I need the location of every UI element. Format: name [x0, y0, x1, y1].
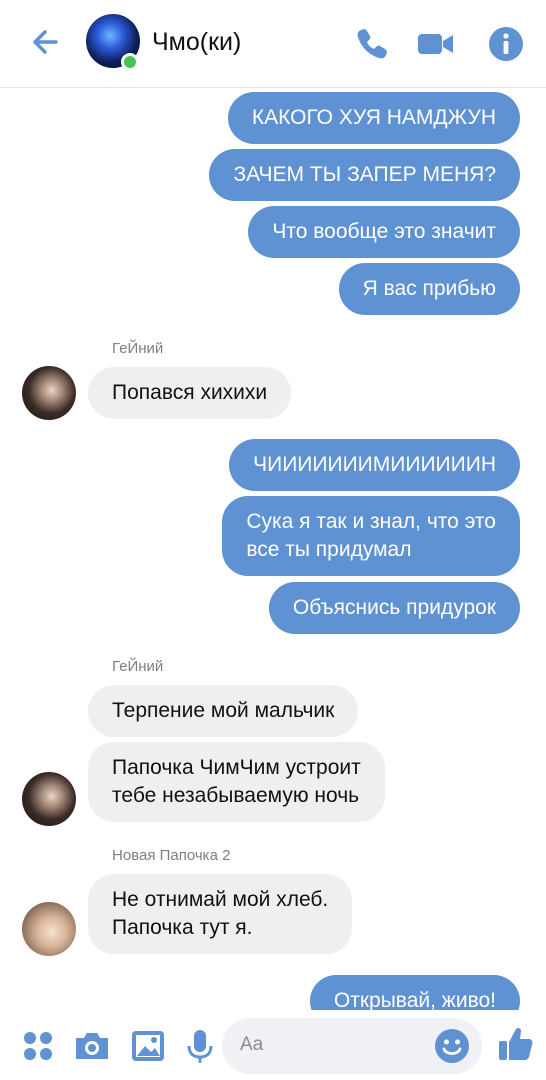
conversation-header: Чмо(ки): [0, 0, 546, 88]
message-composer: Aa: [0, 1010, 546, 1080]
sender-avatar[interactable]: [22, 772, 76, 826]
emoji-icon[interactable]: [434, 1028, 470, 1064]
sender-avatar[interactable]: [22, 902, 76, 956]
message-line: Папочка тут я.: [112, 916, 253, 939]
back-arrow-icon[interactable]: [26, 22, 66, 62]
message-line: Не отнимай мой хлеб.: [112, 888, 329, 911]
message-line: все ты придумал: [246, 538, 412, 561]
message-input-placeholder: Aa: [240, 1034, 264, 1055]
incoming-message[interactable]: Папочка ЧимЧим устроит тебе незабываемую…: [88, 742, 385, 822]
outgoing-message[interactable]: ЗАЧЕМ ТЫ ЗАПЕР МЕНЯ?: [209, 149, 520, 201]
message-line: Папочка ЧимЧим устроит: [112, 756, 361, 779]
incoming-message[interactable]: Терпение мой мальчик: [88, 685, 359, 737]
video-call-icon[interactable]: [415, 24, 455, 64]
outgoing-message[interactable]: Я вас прибью: [338, 263, 520, 315]
message-line: тебе незабываемую ночь: [112, 784, 360, 807]
like-icon[interactable]: [496, 1024, 536, 1064]
sender-name: ГеЙний: [112, 340, 164, 357]
sender-name: Новая Папочка 2: [112, 847, 231, 864]
microphone-icon[interactable]: [180, 1026, 220, 1066]
incoming-message[interactable]: Не отнимай мой хлеб. Папочка тут я.: [88, 874, 353, 954]
message-input[interactable]: Aa: [222, 1018, 482, 1074]
outgoing-message[interactable]: Сука я так и знал, что это все ты придум…: [222, 496, 520, 576]
sender-name: ГеЙний: [112, 658, 164, 675]
apps-icon[interactable]: [18, 1026, 58, 1066]
camera-icon[interactable]: [72, 1026, 112, 1066]
info-icon[interactable]: [486, 24, 526, 64]
chat-title[interactable]: Чмо(ки): [152, 28, 241, 57]
online-status-dot: [121, 53, 139, 71]
outgoing-message[interactable]: ЧИИИИИИИМИИИИИИН: [229, 439, 520, 491]
outgoing-message[interactable]: Объяснись придурок: [268, 582, 520, 634]
phone-call-icon[interactable]: [352, 24, 392, 64]
message-line: Сука я так и знал, что это: [246, 510, 496, 533]
image-icon[interactable]: [128, 1026, 168, 1066]
sender-avatar[interactable]: [22, 366, 76, 420]
incoming-message[interactable]: Попався хихихи: [88, 367, 292, 419]
outgoing-message[interactable]: КАКОГО ХУЯ НАМДЖУН: [227, 92, 520, 144]
outgoing-message[interactable]: Что вообще это значит: [248, 206, 520, 258]
